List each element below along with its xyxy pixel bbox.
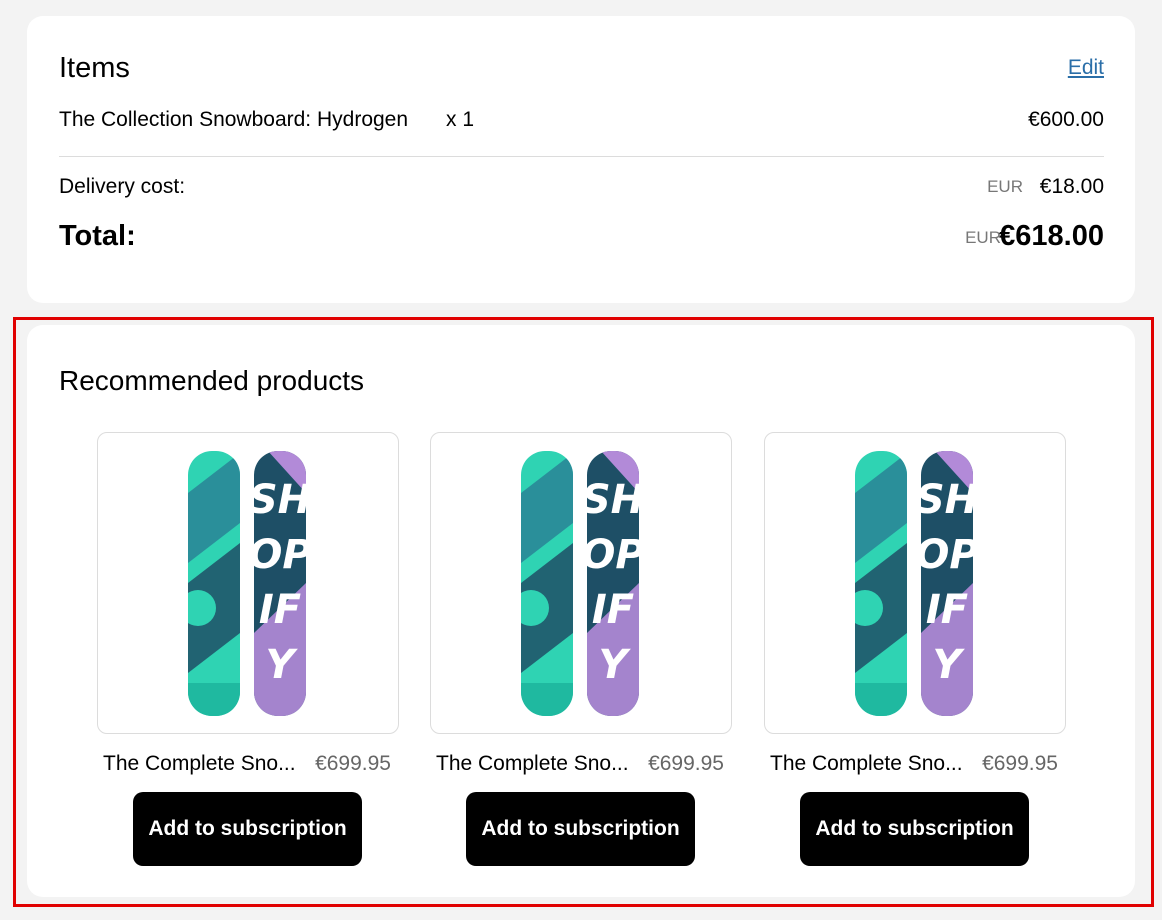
snowboard-image[interactable]: SH OP IF Y (97, 432, 399, 734)
total-label: Total: (59, 220, 136, 252)
svg-text:IF: IF (926, 587, 968, 633)
svg-text:SH: SH (582, 477, 644, 523)
product-price: €699.95 (982, 752, 1058, 775)
svg-text:Y: Y (933, 642, 966, 688)
line-item-quantity: x 1 (446, 108, 475, 131)
product-price: €699.95 (315, 752, 391, 775)
product-name[interactable]: The Complete Sno... (436, 752, 636, 776)
product-name[interactable]: The Complete Sno... (770, 752, 970, 776)
items-card: Items Edit The Collection Snowboard: Hyd… (27, 16, 1135, 303)
product-card: SH OP IF Y The Complete Sno... €699.95 A… (764, 432, 1066, 866)
snowboard-image[interactable]: SH OP IF Y (764, 432, 1066, 734)
recommended-products-card: Recommended products SH OP IF Y The Comp… (27, 325, 1135, 897)
total-value: €618.00 (999, 220, 1104, 252)
svg-text:Y: Y (599, 642, 632, 688)
svg-text:IF: IF (259, 587, 301, 633)
snowboard-image[interactable]: SH OP IF Y (430, 432, 732, 734)
items-title: Items (59, 52, 130, 84)
product-price: €699.95 (648, 752, 724, 775)
add-to-subscription-button[interactable]: Add to subscription (466, 792, 695, 866)
edit-link[interactable]: Edit (1068, 56, 1104, 80)
svg-text:Y: Y (266, 642, 299, 688)
product-name[interactable]: The Complete Sno... (103, 752, 303, 776)
delivery-label: Delivery cost: (59, 175, 186, 198)
product-card: SH OP IF Y The Complete Sno... €699.95 A… (97, 432, 399, 866)
divider (59, 156, 1104, 157)
svg-text:OP: OP (248, 532, 311, 578)
add-to-subscription-button[interactable]: Add to subscription (800, 792, 1029, 866)
svg-text:OP: OP (581, 532, 644, 578)
delivery-currency: EUR (987, 177, 1023, 196)
recommended-title: Recommended products (59, 365, 365, 396)
svg-text:SH: SH (916, 477, 978, 523)
svg-text:IF: IF (592, 587, 634, 633)
line-item-name: The Collection Snowboard: Hydrogen (59, 108, 409, 131)
product-card: SH OP IF Y The Complete Sno... €699.95 A… (430, 432, 732, 866)
delivery-value: €18.00 (1039, 175, 1104, 198)
add-to-subscription-button[interactable]: Add to subscription (133, 792, 362, 866)
svg-text:OP: OP (915, 532, 978, 578)
line-item-price: €600.00 (1028, 108, 1104, 131)
svg-text:SH: SH (249, 477, 311, 523)
total-currency: EUR (965, 228, 1001, 247)
